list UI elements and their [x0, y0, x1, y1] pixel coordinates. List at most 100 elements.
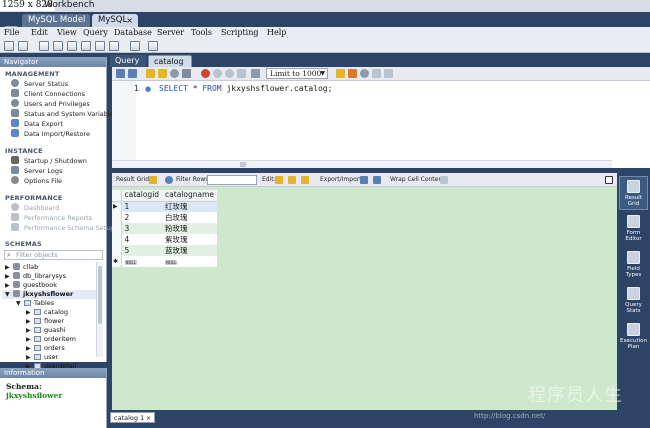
wrap-lines-icon[interactable]	[384, 69, 393, 78]
create-procedure-icon[interactable]	[95, 41, 105, 51]
navigator-scrollbar[interactable]	[96, 262, 103, 357]
edit-row-icon[interactable]	[275, 176, 283, 184]
expand-icon[interactable]: ▶	[26, 353, 34, 362]
expand-icon[interactable]: ▶	[5, 281, 13, 290]
invisible-chars-icon[interactable]	[372, 69, 381, 78]
import-icon[interactable]	[373, 176, 381, 184]
grid-cell[interactable]: 2	[121, 212, 163, 223]
toggle-side-panel-icon[interactable]	[605, 176, 613, 184]
tab-mysql-model[interactable]: MySQL Model	[22, 14, 90, 27]
execution-plan-button[interactable]: Execution Plan	[619, 320, 648, 354]
open-file-icon[interactable]	[116, 69, 125, 78]
table-guashi[interactable]: ▶ guashi	[26, 326, 66, 335]
scrollbar-thumb[interactable]	[240, 162, 246, 167]
scrollbar-thumb[interactable]	[98, 266, 102, 324]
expand-icon[interactable]: ▶	[26, 344, 34, 353]
schema-jkxyshsflower[interactable]: ▼ jkxyshsflower	[2, 290, 96, 299]
create-function-icon[interactable]	[109, 41, 119, 51]
menu-help[interactable]: Help	[267, 27, 286, 39]
column-header[interactable]: catalogid	[121, 190, 163, 202]
explain-icon[interactable]	[170, 69, 179, 78]
close-icon[interactable]: ×	[126, 14, 133, 27]
grid-icon[interactable]	[149, 176, 157, 184]
form-editor-button[interactable]: Form Editor	[619, 212, 648, 246]
search-table-data-icon[interactable]	[130, 41, 140, 51]
schema-cllab[interactable]: ▶ cllab	[5, 263, 38, 272]
collapse-icon[interactable]: ▼	[5, 290, 13, 299]
rollback-icon[interactable]	[225, 69, 234, 78]
stop-on-error-icon[interactable]	[201, 69, 210, 78]
grid-cell[interactable]: NULL	[162, 256, 218, 267]
grid-cell[interactable]: 白玫瑰	[162, 212, 218, 223]
nav-server-logs[interactable]: Server Logs	[11, 166, 62, 176]
tab-catalog-1[interactable]: catalog 1 ×	[110, 412, 155, 423]
wrap-cell-icon[interactable]	[440, 176, 448, 184]
nav-server-status[interactable]: Server Status	[11, 79, 68, 89]
execute-current-icon[interactable]	[158, 69, 167, 78]
sql-statement[interactable]: SELECT * FROM jkxyshsflower.catalog;	[159, 84, 332, 93]
find-icon[interactable]	[360, 69, 369, 78]
field-types-button[interactable]: Field Types	[619, 248, 648, 282]
grid-cell[interactable]: 蓝玫瑰	[162, 245, 218, 256]
table-row[interactable]: 3 粉玫瑰	[112, 223, 218, 234]
menu-edit[interactable]: Edit	[31, 27, 48, 39]
grid-cell[interactable]: 3	[121, 223, 163, 234]
limit-select[interactable]: Limit to 1000 r▼	[266, 68, 328, 87]
grid-cell[interactable]: 4	[121, 234, 163, 245]
nav-performance-schema-setup[interactable]: Performance Schema Setup	[11, 223, 114, 233]
grid-cell[interactable]: 紫玫瑰	[162, 234, 218, 245]
schema-guestbook[interactable]: ▶ guestbook	[5, 281, 57, 290]
menu-tools[interactable]: Tools	[191, 27, 212, 39]
nav-dashboard[interactable]: Dashboard	[11, 203, 59, 213]
tab-mysql[interactable]: MySQL ×	[92, 14, 138, 27]
table-flower[interactable]: ▶ flower	[26, 317, 64, 326]
nav-data-export[interactable]: Data Export	[11, 119, 63, 129]
sql-editor[interactable]: 1 ● SELECT * FROM jkxyshsflower.catalog;	[112, 81, 650, 168]
table-catalog[interactable]: ▶ catalog	[26, 308, 68, 317]
grid-cell[interactable]: NULL	[121, 256, 163, 267]
schema-inspector-icon[interactable]	[39, 41, 49, 51]
table-orders[interactable]: ▶ orders	[26, 344, 65, 353]
expand-icon[interactable]: ▶	[5, 272, 13, 281]
tables-node[interactable]: ▼ Tables	[16, 299, 54, 308]
new-row[interactable]: ✱ NULL NULL	[112, 256, 218, 267]
grid-cell[interactable]: 5	[121, 245, 163, 256]
create-view-icon[interactable]	[81, 41, 91, 51]
toggle-icon[interactable]	[251, 69, 260, 78]
commit-icon[interactable]	[213, 69, 222, 78]
autocommit-icon[interactable]	[237, 69, 246, 78]
nav-client-connections[interactable]: Client Connections	[11, 89, 85, 99]
reconnect-icon[interactable]	[148, 41, 158, 51]
stop-icon[interactable]	[182, 69, 191, 78]
nav-status-variables[interactable]: Status and System Variables	[11, 109, 117, 119]
expand-icon[interactable]: ▶	[26, 335, 34, 344]
expand-icon[interactable]: ▶	[26, 326, 34, 335]
export-icon[interactable]	[360, 176, 368, 184]
table-row[interactable]: 5 蓝玫瑰	[112, 245, 218, 256]
favorite-icon[interactable]	[336, 69, 345, 78]
menu-view[interactable]: View	[57, 27, 77, 39]
schema-db-librarysys[interactable]: ▶ db_librarysys	[5, 272, 66, 281]
table-user[interactable]: ▶ user	[26, 353, 58, 362]
nav-startup-shutdown[interactable]: Startup / Shutdown	[11, 156, 87, 166]
table-row[interactable]: 2 白玫瑰	[112, 212, 218, 223]
schema-filter-input[interactable]: ⌕ Filter objects	[4, 250, 103, 260]
query-stats-button[interactable]: Query Stats	[619, 284, 648, 318]
table-row[interactable]: 4 紫玫瑰	[112, 234, 218, 245]
result-grid-button[interactable]: Result Grid	[619, 176, 648, 210]
column-header[interactable]: catalogname	[162, 190, 218, 202]
expand-icon[interactable]: ▶	[26, 308, 34, 317]
menu-server[interactable]: Server	[157, 27, 184, 39]
menu-query[interactable]: Query	[83, 27, 108, 39]
table-row[interactable]: ▶ 1 红玫瑰	[112, 201, 218, 212]
grid-cell[interactable]: 1	[121, 201, 163, 212]
expand-icon[interactable]: ▶	[5, 263, 13, 272]
create-schema-icon[interactable]	[53, 41, 63, 51]
menu-database[interactable]: Database	[114, 27, 152, 39]
nav-options-file[interactable]: Options File	[11, 176, 62, 186]
expand-icon[interactable]: ▶	[26, 317, 34, 326]
tab-query-1[interactable]: Query 1	[110, 55, 146, 77]
filter-rows-input[interactable]	[207, 175, 257, 185]
editor-horizontal-scrollbar[interactable]	[112, 160, 612, 168]
close-icon[interactable]: ×	[146, 413, 151, 424]
